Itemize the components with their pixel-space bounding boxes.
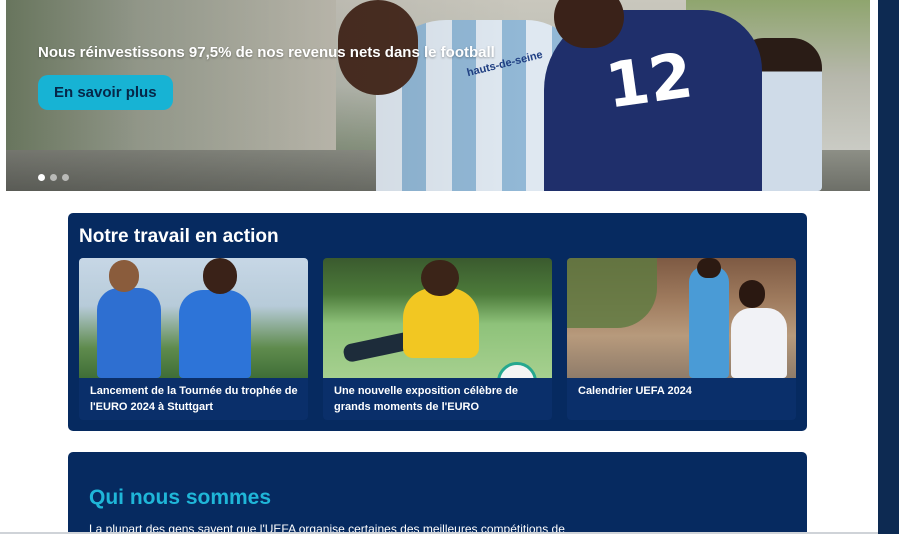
card-caption: Lancement de la Tournée du trophée de l'… bbox=[90, 385, 298, 413]
learn-more-button[interactable]: En savoir plus bbox=[38, 75, 173, 110]
work-in-action-section: Notre travail en action Lancement de la … bbox=[68, 213, 807, 431]
news-card-trophy-tour[interactable]: Lancement de la Tournée du trophée de l'… bbox=[79, 258, 308, 420]
section-title: Notre travail en action bbox=[79, 226, 279, 247]
child-player-figure bbox=[179, 290, 251, 378]
about-title: Qui nous sommes bbox=[89, 486, 272, 509]
player-white-kit bbox=[731, 308, 787, 378]
player-blue-kit bbox=[689, 266, 729, 378]
player-head bbox=[697, 258, 721, 278]
carousel-dot-1[interactable] bbox=[38, 174, 45, 181]
player-head bbox=[739, 280, 765, 308]
card-image-kids-high-five bbox=[79, 258, 308, 378]
carousel-dot-3[interactable] bbox=[62, 174, 69, 181]
background-tree bbox=[567, 258, 657, 328]
card-image-players-on-pitch bbox=[567, 258, 796, 378]
player-yellow-shirt bbox=[403, 288, 479, 358]
news-card-calendar[interactable]: Calendrier UEFA 2024 bbox=[567, 258, 796, 420]
carousel-dot-2[interactable] bbox=[50, 174, 57, 181]
football-icon bbox=[497, 362, 537, 378]
about-section: Qui nous sommes La plupart des gens save… bbox=[68, 452, 807, 534]
card-image-player-with-ball bbox=[323, 258, 552, 378]
news-card-exhibition[interactable]: Une nouvelle exposition célèbre de grand… bbox=[323, 258, 552, 420]
child-player-figure bbox=[97, 288, 161, 378]
player-head bbox=[421, 260, 459, 296]
page: hauts-de-seine 12 Nous réinvestissons 97… bbox=[0, 0, 899, 534]
card-caption: Calendrier UEFA 2024 bbox=[578, 385, 692, 397]
child-player-head bbox=[109, 260, 139, 292]
hero-jersey-number: 12 bbox=[601, 38, 697, 123]
hero-title: Nous réinvestissons 97,5% de nos revenus… bbox=[38, 44, 495, 61]
right-edge-strip bbox=[878, 0, 899, 534]
carousel-dots bbox=[38, 174, 69, 181]
child-player-head bbox=[203, 258, 237, 294]
card-caption: Une nouvelle exposition célèbre de grand… bbox=[334, 385, 518, 413]
hero-carousel[interactable]: hauts-de-seine 12 Nous réinvestissons 97… bbox=[6, 0, 870, 191]
